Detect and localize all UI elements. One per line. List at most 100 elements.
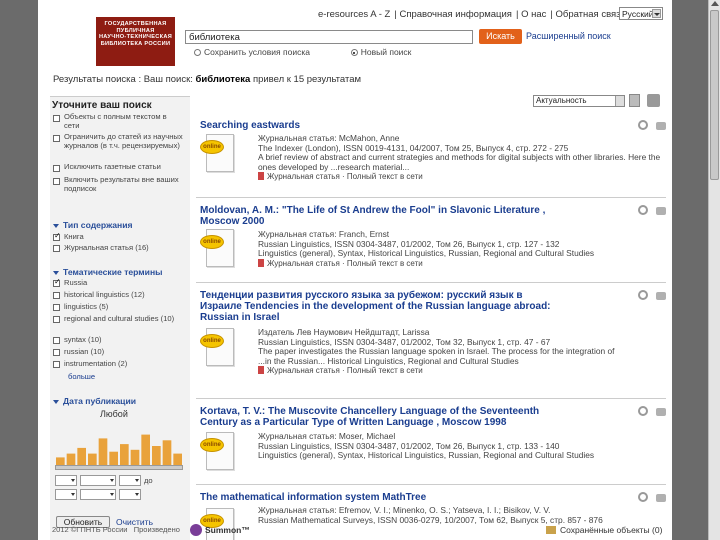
checkbox-subject[interactable]: [53, 277, 61, 287]
result-links[interactable]: Журнальная статья · Полный текст в сети: [258, 258, 666, 269]
date-from-year[interactable]: [119, 475, 141, 486]
result-title[interactable]: Тенденции развития русского языка за руб…: [200, 290, 560, 323]
checkbox-subject[interactable]: [53, 304, 60, 311]
preview-icon[interactable]: [638, 290, 648, 300]
language-select[interactable]: Русский: [619, 7, 663, 20]
logo-line: ПУБЛИЧНАЯ: [116, 27, 155, 34]
result-links-text[interactable]: Журнальная статья · Полный текст в сети: [267, 366, 423, 375]
online-badge: online: [200, 432, 234, 472]
advanced-search-link[interactable]: Расширенный поиск: [526, 31, 611, 41]
result-actions: [638, 290, 668, 302]
search-input[interactable]: библиотека: [185, 30, 473, 44]
radio-new-search[interactable]: [350, 49, 358, 56]
result-item: Тенденции развития русского языка за руб…: [196, 282, 668, 390]
save-icon[interactable]: [656, 122, 666, 130]
link-feedback[interactable]: Обратная связь: [555, 9, 625, 20]
link-info[interactable]: Справочная информация: [399, 9, 512, 20]
save-icon[interactable]: [656, 408, 666, 416]
scroll-up-icon[interactable]: [711, 1, 719, 6]
result-details: Журнальная статья: McMahon, Anne The Ind…: [258, 133, 666, 182]
scroll-thumb[interactable]: [710, 10, 719, 180]
results-query: библиотека: [195, 74, 251, 85]
results-suffix: привел к 15 результатам: [252, 74, 362, 85]
save-icon[interactable]: [656, 494, 666, 502]
preview-icon[interactable]: [638, 492, 648, 502]
result-links-text[interactable]: Журнальная статья · Полный текст в сети: [267, 172, 423, 181]
link-about[interactable]: О нас: [521, 9, 546, 20]
search-mode-radios: Сохранить условия поиска Новый поиск: [194, 47, 411, 57]
result-line: ...in the Russian... Historical Linguist…: [258, 355, 519, 366]
result-title[interactable]: The mathematical information system Math…: [200, 492, 560, 503]
collapse-icon[interactable]: [53, 271, 59, 275]
histogram-bar: [66, 453, 76, 465]
result-item: Moldovan, A. M.: "The Life of St Andrew …: [196, 197, 666, 280]
search-button[interactable]: Искать: [479, 29, 522, 44]
histogram-bar: [173, 453, 182, 465]
facet-label: linguistics (5): [64, 302, 109, 311]
logo-line: НАУЧНО-ТЕХНИЧЕСКАЯ: [98, 34, 173, 41]
result-details: Журнальная статья: Efremov, V. I.; Minen…: [258, 505, 666, 525]
top-links: e-resources A - Z | Справочная информация…: [318, 9, 626, 20]
result-links[interactable]: Журнальная статья · Полный текст в сети: [258, 172, 666, 182]
result-line: Russian Mathematical Surveys, ISSN 0036-…: [258, 514, 603, 525]
checkbox-book[interactable]: [53, 231, 61, 241]
result-title[interactable]: Kortava, T. V.: The Muscovite Chanceller…: [200, 406, 560, 428]
preview-icon[interactable]: [638, 205, 648, 215]
checkbox-subject[interactable]: [53, 361, 60, 368]
print-icon[interactable]: [629, 94, 640, 107]
checkbox-fulltext[interactable]: [53, 115, 60, 122]
date-from-month[interactable]: [80, 475, 116, 486]
date-slider[interactable]: [55, 465, 183, 470]
logo-line: ГОСУДАРСТВЕННАЯ: [104, 21, 167, 27]
save-icon[interactable]: [656, 207, 666, 215]
checkbox-subject[interactable]: [53, 337, 60, 344]
page-scrollbar[interactable]: [708, 0, 720, 540]
preview-icon[interactable]: [638, 406, 648, 416]
document-icon: [258, 366, 264, 375]
histogram-bar: [88, 453, 97, 465]
histogram-bar: [162, 440, 172, 465]
date-histogram: [56, 434, 182, 465]
more-subjects-link[interactable]: больше: [68, 372, 95, 382]
summon-brand[interactable]: Summon™: [205, 525, 250, 535]
checkbox-scholarly[interactable]: [53, 135, 60, 142]
checkbox-exclude-news[interactable]: [53, 165, 60, 172]
result-actions: [638, 120, 668, 132]
date-to-month[interactable]: [80, 489, 116, 500]
sort-select[interactable]: Актуальность: [533, 95, 625, 107]
collapse-icon[interactable]: [53, 400, 59, 404]
option-label: Объекты с полным текстом в сети: [64, 112, 167, 130]
facet-subjects[interactable]: Тематические термины: [63, 267, 162, 277]
histogram-bar: [56, 457, 65, 465]
link-eresources[interactable]: e-resources A - Z: [318, 9, 390, 20]
checkbox-subject[interactable]: [53, 349, 60, 356]
date-from-day[interactable]: [55, 475, 77, 486]
histogram-bar: [109, 451, 118, 465]
facet-label: Russia: [64, 278, 88, 287]
checkbox-subject[interactable]: [53, 292, 60, 299]
save-icon[interactable]: [656, 292, 666, 300]
result-details: Журнальная статья: Franch, Ernst Russian…: [258, 229, 666, 269]
checkbox-subject[interactable]: [53, 316, 60, 323]
online-badge: online: [200, 508, 234, 540]
checkbox-outside-subscription[interactable]: [53, 178, 60, 185]
facet-content-type[interactable]: Тип содержания: [63, 220, 133, 230]
date-to-label: до: [144, 476, 153, 485]
collapse-icon[interactable]: [53, 224, 59, 228]
result-links-text[interactable]: Журнальная статья · Полный текст в сети: [267, 259, 423, 268]
facet-label: Журнальная статья (16): [64, 243, 149, 252]
preview-icon[interactable]: [638, 120, 648, 130]
histogram-bar: [98, 438, 108, 465]
rss-icon[interactable]: [647, 94, 660, 107]
radio-keep-conditions[interactable]: [194, 49, 201, 56]
facet-date[interactable]: Дата публикации: [63, 396, 136, 406]
result-title[interactable]: Moldovan, A. M.: "The Life of St Andrew …: [200, 205, 560, 227]
saved-items-link[interactable]: Сохранённые объекты (0): [546, 525, 662, 535]
date-to-year[interactable]: [119, 489, 141, 500]
result-links[interactable]: Журнальная статья · Полный текст в сети: [258, 366, 666, 376]
library-logo[interactable]: ГОСУДАРСТВЕННАЯ ПУБЛИЧНАЯ НАУЧНО-ТЕХНИЧЕ…: [96, 17, 175, 66]
logo-line: БИБЛИОТЕКА РОССИИ: [100, 40, 171, 47]
checkbox-journal-article[interactable]: [53, 245, 60, 252]
result-title[interactable]: Searching eastwards: [200, 120, 560, 131]
date-to-day[interactable]: [55, 489, 77, 500]
